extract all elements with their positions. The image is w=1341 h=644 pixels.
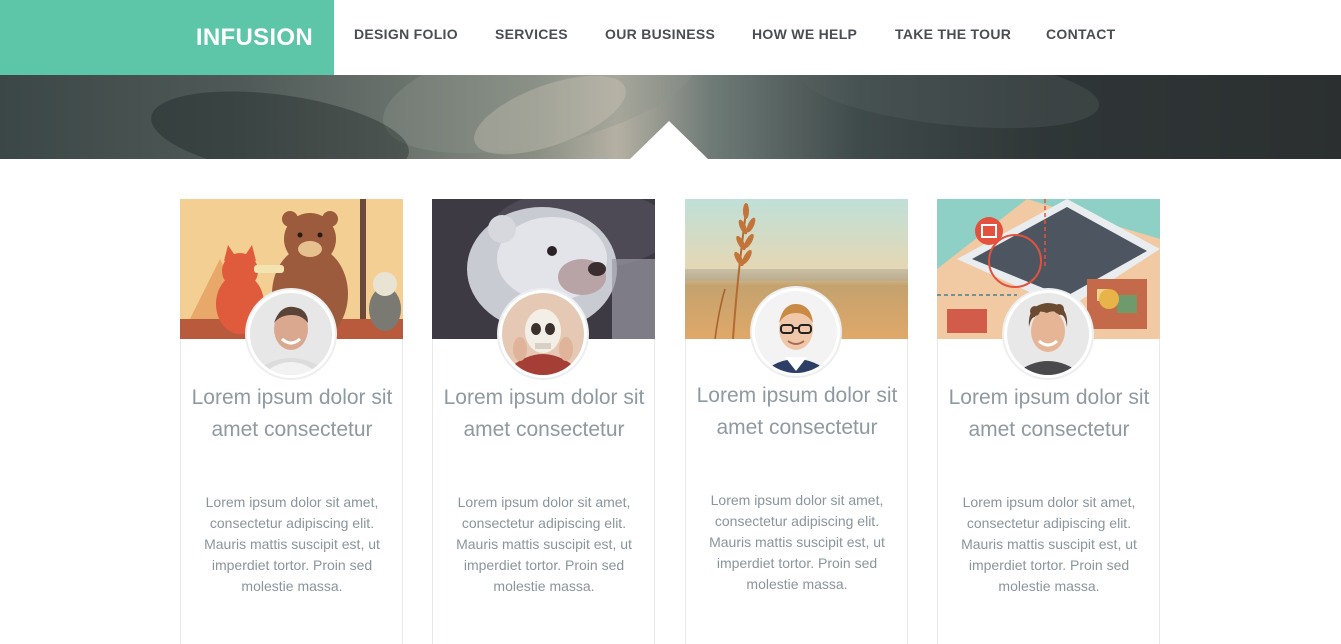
avatar (752, 288, 840, 376)
card-title: Lorem ipsum dolor sit amet consectetur (948, 386, 1150, 441)
nav-item-our-business[interactable]: OUR BUSINESS (605, 26, 715, 42)
card-title: Lorem ipsum dolor sit amet consectetur (191, 386, 393, 441)
card-description: Lorem ipsum dolor sit amet, consectetur … (709, 492, 885, 592)
brand-name[interactable]: INFUSION (196, 24, 313, 52)
avatar (499, 290, 587, 378)
team-card: Lorem ipsum dolor sit amet consectetur L… (937, 199, 1160, 644)
site-header: INFUSION DESIGN FOLIO SERVICES OUR BUSIN… (0, 0, 1341, 75)
card-description: Lorem ipsum dolor sit amet, consectetur … (456, 494, 632, 594)
team-card: Lorem ipsum dolor sit amet consectetur L… (432, 199, 655, 644)
hero-pointer (630, 121, 708, 159)
brand-logo[interactable]: INFUSION (0, 0, 334, 75)
team-card: Lorem ipsum dolor sit amet consectetur L… (180, 199, 403, 644)
nav-item-take-the-tour[interactable]: TAKE THE TOUR (895, 26, 1011, 42)
card-description: Lorem ipsum dolor sit amet, consectetur … (961, 494, 1137, 594)
nav-item-contact[interactable]: CONTACT (1046, 26, 1116, 42)
card-title: Lorem ipsum dolor sit amet consectetur (696, 384, 898, 439)
nav-item-design-folio[interactable]: DESIGN FOLIO (354, 26, 458, 42)
card-description: Lorem ipsum dolor sit amet, consectetur … (204, 494, 380, 594)
team-card: Lorem ipsum dolor sit amet consectetur L… (685, 199, 908, 644)
nav-item-services[interactable]: SERVICES (495, 26, 568, 42)
card-title: Lorem ipsum dolor sit amet consectetur (443, 386, 645, 441)
avatar (1004, 290, 1092, 378)
avatar (247, 290, 335, 378)
nav-item-how-we-help[interactable]: HOW WE HELP (752, 26, 857, 42)
